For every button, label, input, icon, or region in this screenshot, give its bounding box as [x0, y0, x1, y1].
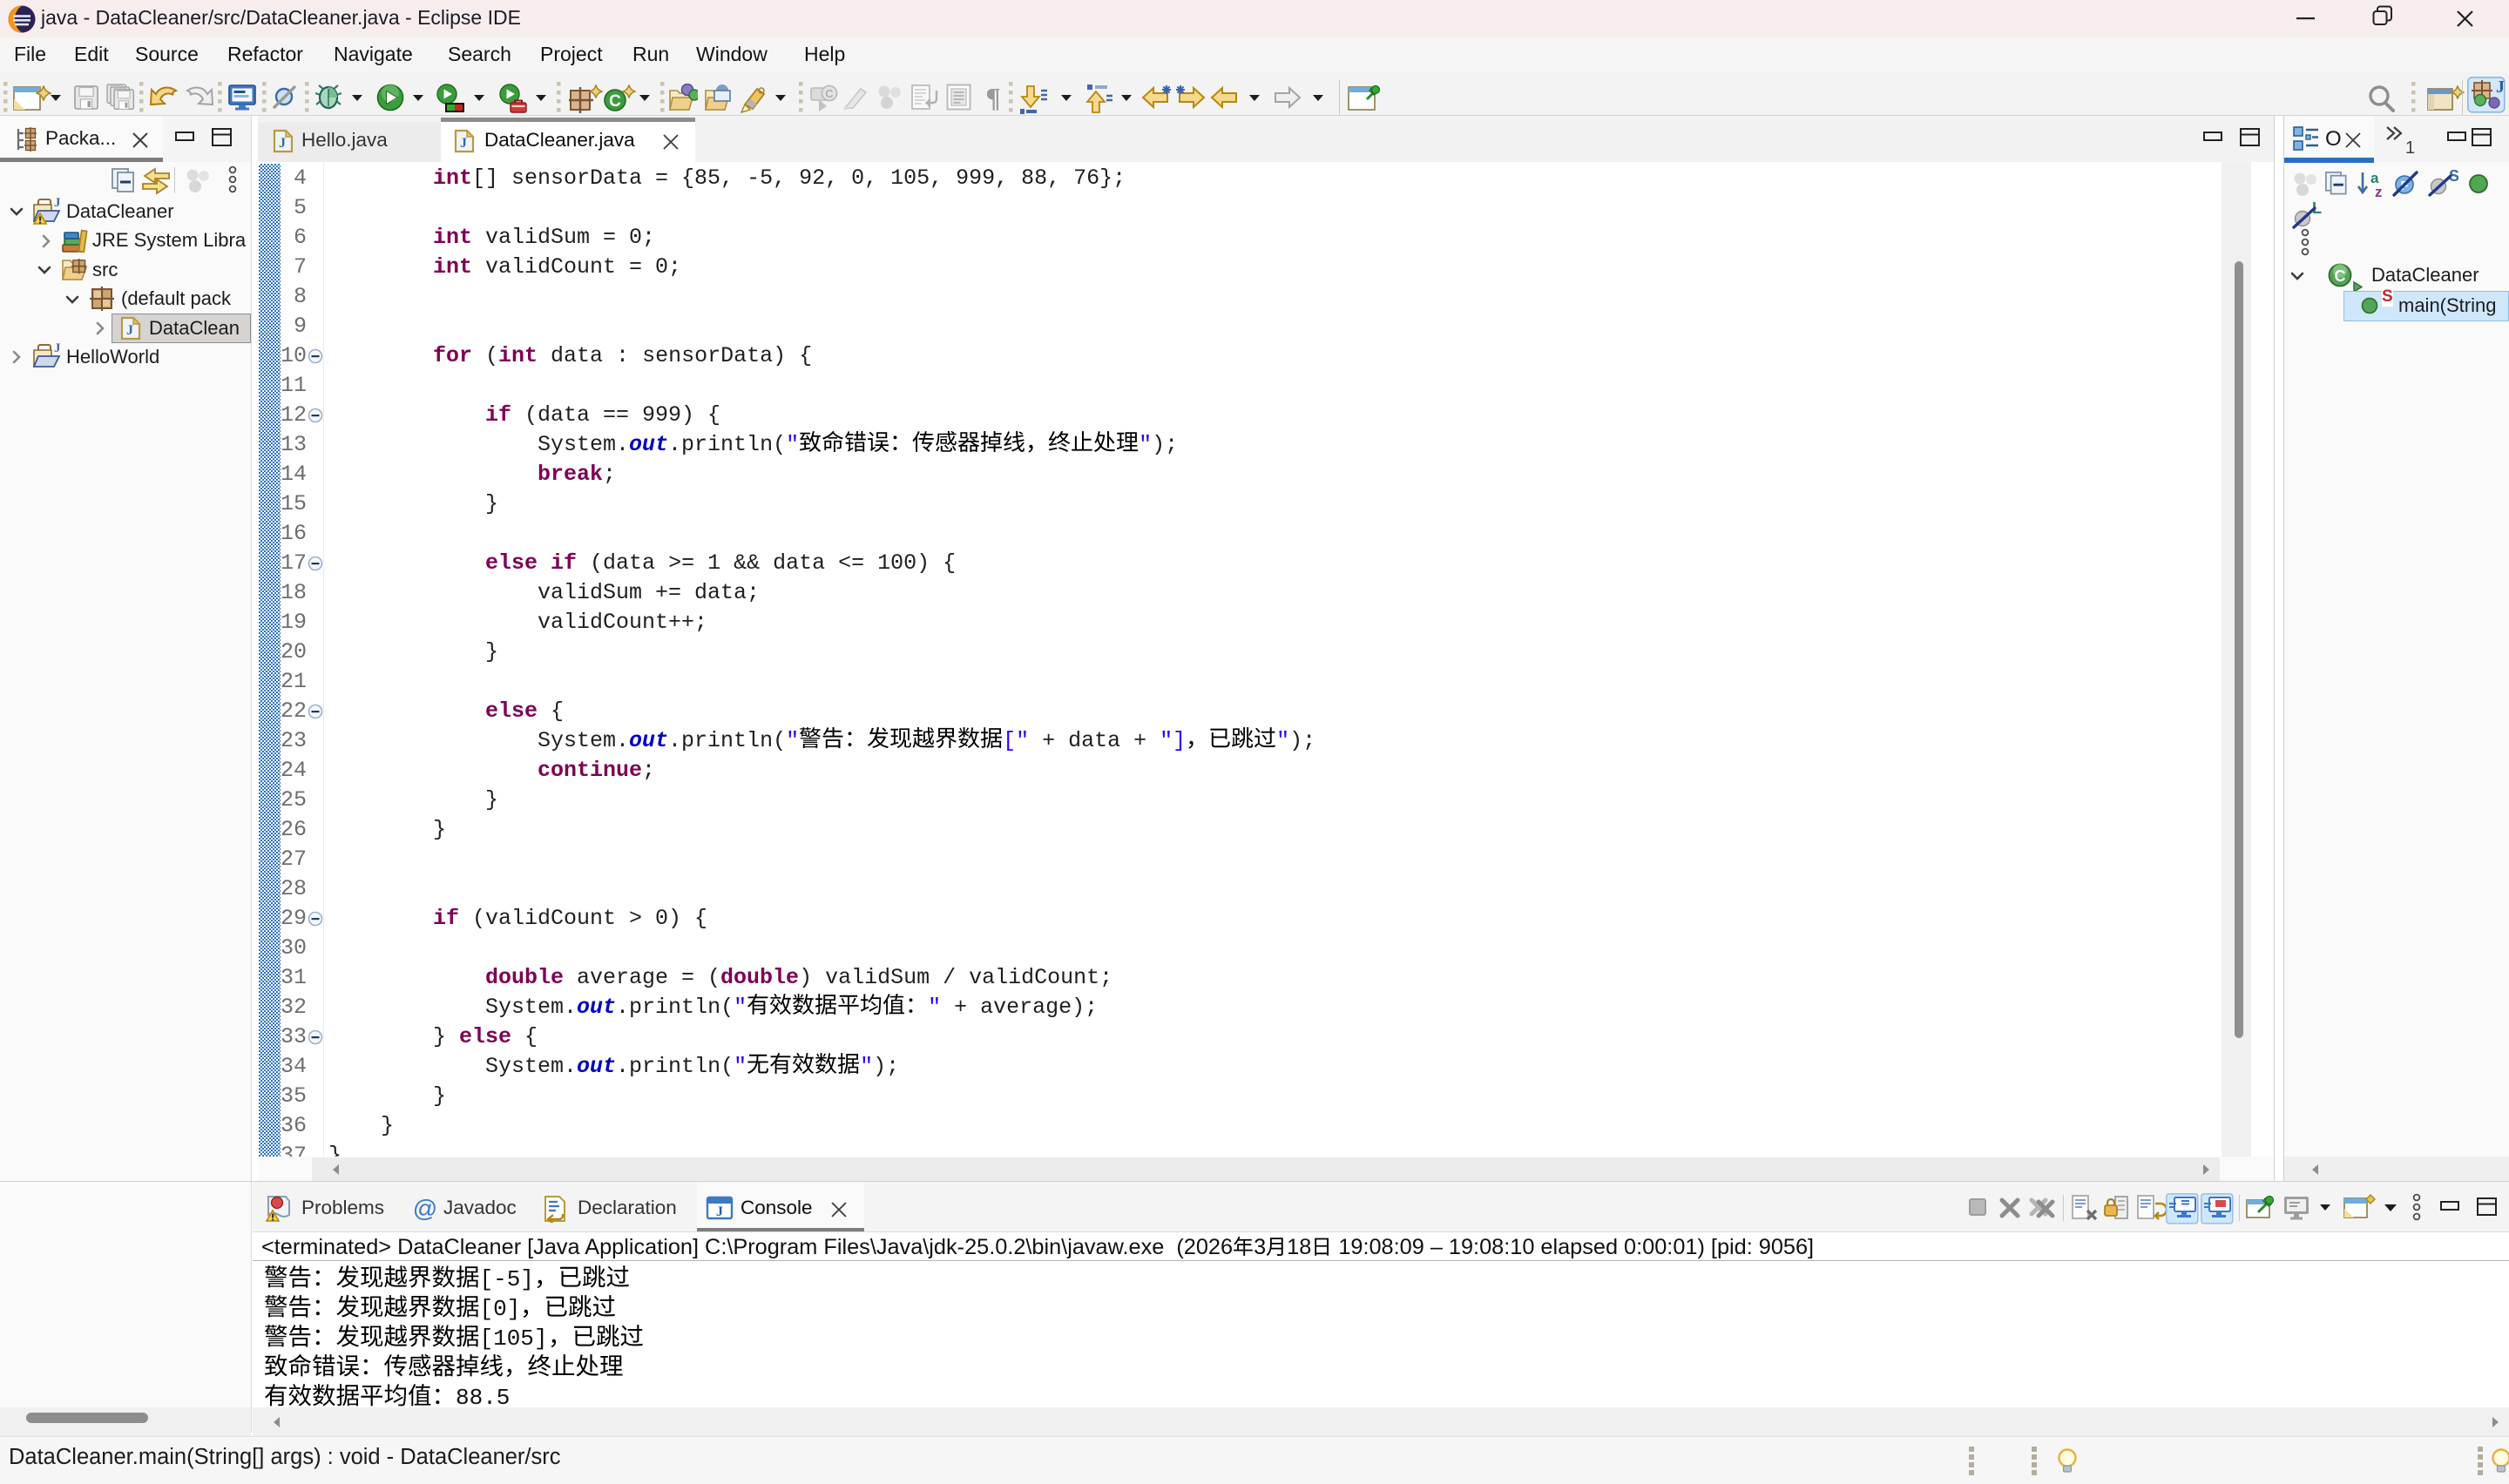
svg-text:C: C	[609, 92, 621, 111]
svg-text:z: z	[2375, 184, 2383, 200]
svg-text:@: @	[413, 1195, 437, 1222]
svg-text:J: J	[54, 343, 61, 355]
svg-text:C: C	[2335, 267, 2346, 285]
svg-text:J: J	[54, 198, 61, 210]
svg-text:C: C	[825, 87, 834, 100]
svg-text:1: 1	[2405, 138, 2415, 157]
svg-text:¶: ¶	[985, 84, 1000, 113]
svg-text:J: J	[126, 323, 133, 338]
svg-text:J: J	[716, 1204, 723, 1219]
svg-text:J: J	[279, 136, 286, 151]
svg-text:J: J	[460, 136, 467, 151]
svg-text:J: J	[2496, 78, 2505, 97]
